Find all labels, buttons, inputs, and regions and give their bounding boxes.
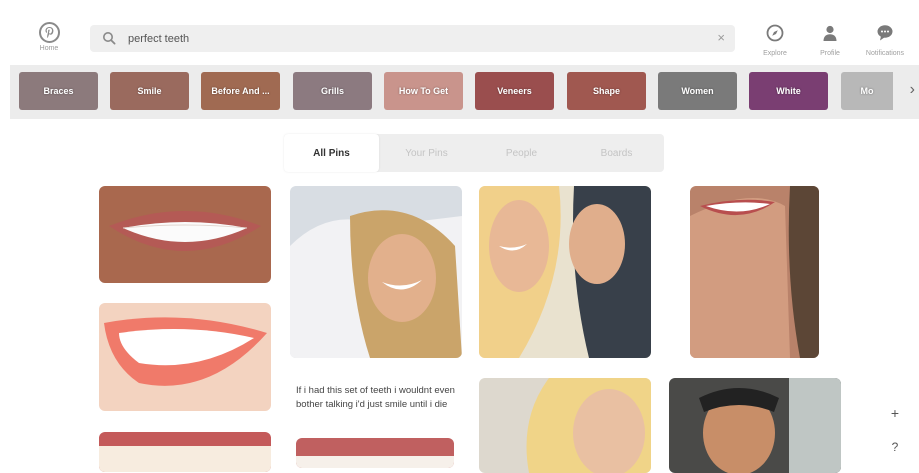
guided-search-strip: Braces Smile Before And ... Grills How T… bbox=[10, 65, 919, 119]
chevron-right-icon[interactable]: › bbox=[910, 81, 915, 99]
speech-bubble-icon bbox=[877, 25, 893, 41]
pin-description: If i had this set of teeth i wouldnt eve… bbox=[296, 385, 455, 410]
pin-image[interactable] bbox=[479, 378, 651, 473]
category-chip[interactable]: Braces bbox=[19, 72, 98, 110]
profile-button[interactable]: Profile bbox=[805, 24, 855, 57]
search-input[interactable] bbox=[126, 30, 690, 48]
home-label: Home bbox=[39, 45, 59, 52]
category-chip-label: White bbox=[776, 86, 801, 96]
pin-image[interactable] bbox=[296, 438, 454, 468]
pin-image[interactable] bbox=[669, 378, 841, 473]
category-chip[interactable]: Before And ... bbox=[201, 72, 280, 110]
pin-image[interactable] bbox=[99, 303, 271, 411]
search-icon bbox=[102, 31, 116, 50]
category-chip[interactable]: Mo bbox=[841, 72, 893, 110]
tab-all-pins[interactable]: All Pins bbox=[284, 134, 379, 172]
category-chip-label: Mo bbox=[860, 86, 874, 96]
tab-your-pins[interactable]: Your Pins bbox=[379, 134, 474, 172]
help-button[interactable]: ? bbox=[885, 440, 905, 460]
tab-label: Boards bbox=[600, 147, 633, 159]
search-bar[interactable]: × bbox=[90, 25, 735, 52]
pin-image[interactable] bbox=[99, 186, 271, 283]
category-chip-label: Women bbox=[681, 86, 714, 96]
pin-image[interactable] bbox=[479, 186, 651, 358]
profile-label: Profile bbox=[820, 50, 840, 57]
category-chip[interactable]: Shape bbox=[567, 72, 646, 110]
tab-label: Your Pins bbox=[405, 147, 448, 159]
notifications-button[interactable]: Notifications bbox=[860, 24, 910, 57]
user-icon bbox=[823, 25, 837, 41]
category-chip[interactable]: White bbox=[749, 72, 828, 110]
category-chip-label: How To Get bbox=[398, 86, 449, 96]
search-scope-tabs: All Pins Your Pins People Boards bbox=[284, 134, 664, 172]
category-chip[interactable]: Veneers bbox=[475, 72, 554, 110]
category-chip-label: Grills bbox=[320, 86, 344, 96]
category-chip[interactable]: Women bbox=[658, 72, 737, 110]
category-chip-label: Veneers bbox=[497, 86, 532, 96]
category-chip-label: Before And ... bbox=[211, 86, 270, 96]
add-pin-button[interactable]: + bbox=[885, 405, 905, 425]
tab-label: People bbox=[505, 147, 538, 159]
pin-image[interactable] bbox=[99, 432, 271, 472]
category-chip[interactable]: Grills bbox=[293, 72, 372, 110]
top-header: Home × Explore Profile Notificat bbox=[0, 0, 919, 64]
category-chip-label: Braces bbox=[43, 86, 74, 96]
tab-people[interactable]: People bbox=[474, 134, 569, 172]
category-chip[interactable]: Smile bbox=[110, 72, 189, 110]
category-chip[interactable]: How To Get bbox=[384, 72, 463, 110]
explore-button[interactable]: Explore bbox=[750, 24, 800, 57]
tab-boards[interactable]: Boards bbox=[569, 134, 664, 172]
category-chip-label: Shape bbox=[592, 86, 620, 96]
home-button[interactable]: Home bbox=[34, 22, 64, 52]
compass-icon bbox=[766, 24, 784, 42]
tab-label: All Pins bbox=[313, 147, 350, 159]
pinterest-logo-icon bbox=[38, 22, 60, 43]
clear-search-icon[interactable]: × bbox=[717, 31, 725, 45]
explore-label: Explore bbox=[763, 50, 787, 57]
category-chip-label: Smile bbox=[137, 86, 162, 96]
notifications-label: Notifications bbox=[865, 50, 905, 57]
pin-image[interactable] bbox=[690, 186, 819, 358]
pin-image[interactable] bbox=[290, 186, 462, 358]
